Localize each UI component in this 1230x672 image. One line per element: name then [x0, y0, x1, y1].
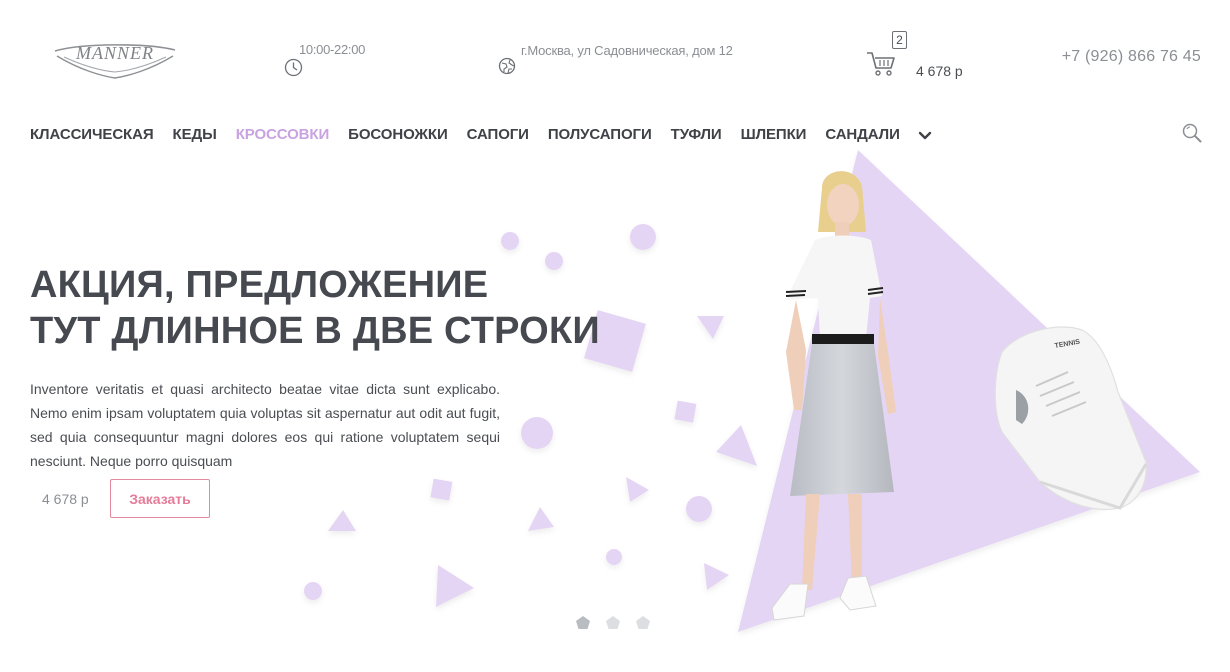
sneaker-photo: TENNIS	[994, 326, 1148, 510]
cart-icon	[867, 52, 895, 76]
pentagon-icon	[636, 616, 650, 629]
cart-total: 4 678 р	[916, 63, 963, 79]
nav-item-keds[interactable]: КЕДЫ	[173, 126, 217, 143]
nav-item-sandals-open[interactable]: БОСОНОЖКИ	[348, 126, 448, 143]
nav-item-sandals[interactable]: САНДАЛИ	[825, 126, 900, 143]
slide-dot-3[interactable]	[635, 615, 651, 631]
globe-icon	[498, 57, 516, 75]
nav-item-boots[interactable]: САПОГИ	[467, 126, 529, 143]
nav-item-shoes[interactable]: ТУФЛИ	[671, 126, 722, 143]
nav-item-ankle-boots[interactable]: ПОЛУСАПОГИ	[548, 126, 652, 143]
category-nav: КЛАССИЧЕСКАЯ КЕДЫ КРОССОВКИ БОСОНОЖКИ СА…	[30, 124, 932, 144]
hero-title-line1: АКЦИЯ, ПРЕДЛОЖЕНИЕ	[30, 264, 489, 306]
cart[interactable]: 2 4 678 р	[866, 30, 976, 82]
hero-price: 4 678 р	[42, 491, 89, 507]
phone-number[interactable]: +7 (926) 866 76 45	[1062, 48, 1201, 66]
hero-title-line2: ТУТ ДЛИННОЕ В ДВЕ СТРОКИ	[30, 310, 600, 352]
pentagon-active-icon	[576, 616, 590, 629]
nav-item-classic[interactable]: КЛАССИЧЕСКАЯ	[30, 126, 154, 143]
nav-item-flip-flops[interactable]: ШЛЕПКИ	[741, 126, 807, 143]
search-icon[interactable]	[1182, 123, 1202, 143]
working-hours: 10:00-22:00	[284, 40, 394, 80]
slide-dot-2[interactable]	[605, 615, 621, 631]
cart-count-badge: 2	[892, 31, 907, 49]
slide-dot-1[interactable]	[575, 615, 591, 631]
logo-text: MANNER	[75, 43, 154, 63]
hours-text: 10:00-22:00	[299, 42, 366, 57]
hero-description: Inventore veritatis et quasi architecto …	[30, 381, 500, 469]
address: г.Москва, ул Садовническая, дом 12	[498, 42, 768, 78]
model-photo	[771, 171, 896, 621]
address-text: г.Москва, ул Садовническая, дом 12	[521, 43, 733, 58]
clock-icon	[284, 58, 303, 77]
slider-pagination	[575, 615, 665, 631]
pentagon-icon	[606, 616, 620, 629]
chevron-down-icon[interactable]	[918, 131, 932, 141]
nav-item-sneakers[interactable]: КРОССОВКИ	[236, 126, 330, 143]
sneaker-brand-text: TENNIS	[1054, 339, 1081, 350]
big-triangle-shape	[738, 150, 1200, 632]
hero-title: АКЦИЯ, ПРЕДЛОЖЕНИЕ ТУТ ДЛИННОЕ В ДВЕ СТР…	[30, 262, 600, 354]
order-button[interactable]: Заказать	[110, 479, 210, 518]
logo-mark: MANNER	[54, 43, 176, 79]
logo[interactable]: MANNER	[52, 36, 178, 80]
